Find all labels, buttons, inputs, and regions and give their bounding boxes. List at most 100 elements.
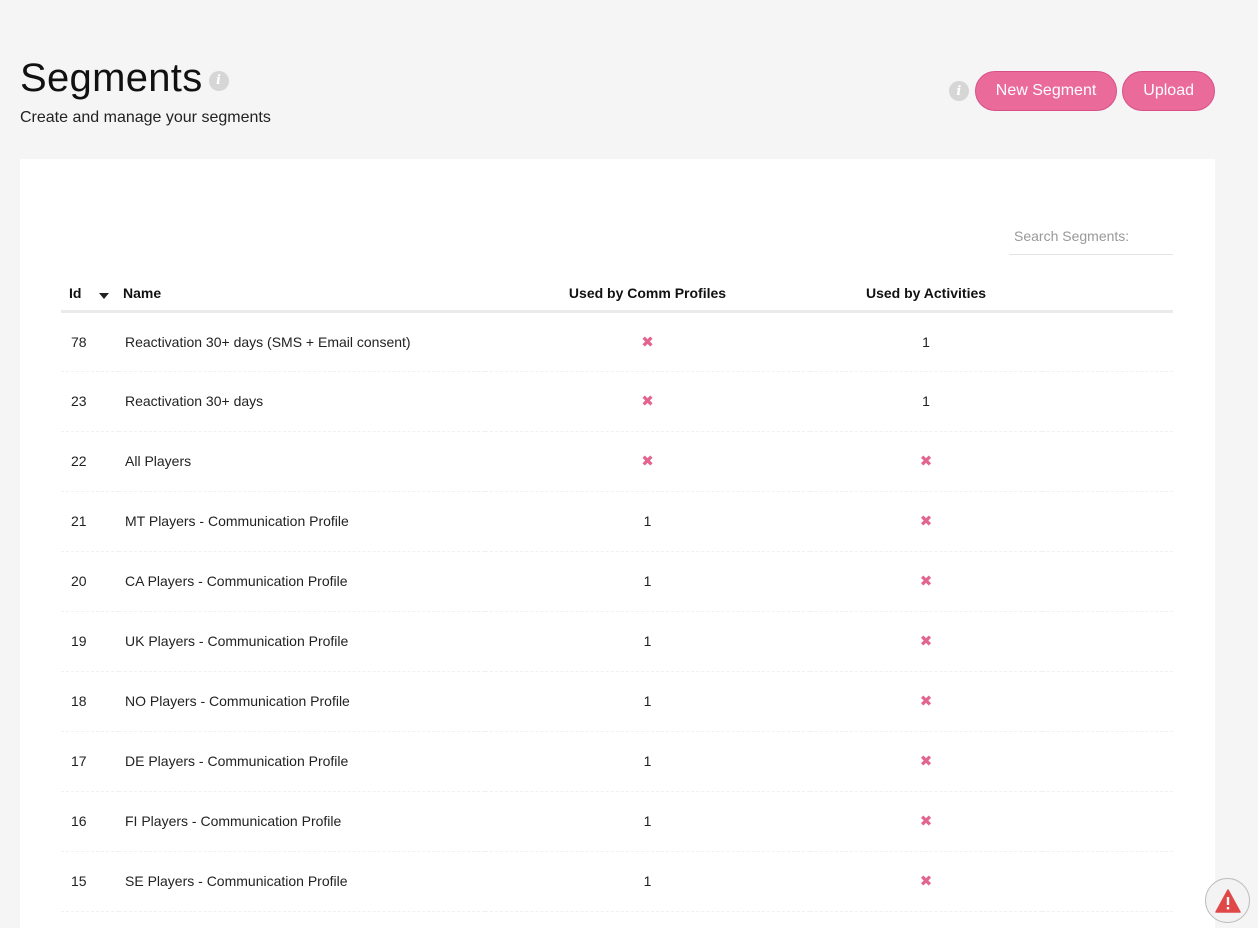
comm-profiles-cell: ✖ <box>485 431 810 492</box>
x-icon: ✖ <box>641 453 654 470</box>
segment-id-cell: 16 <box>61 791 119 852</box>
page-subtitle: Create and manage your segments <box>20 109 271 126</box>
table-row[interactable]: 21 MT Players - Communication Profile 1 ✖ <box>61 491 1173 552</box>
row-spacer <box>1042 371 1173 432</box>
segment-id-cell: 22 <box>61 431 119 492</box>
comm-profiles-cell: 1 <box>485 611 810 672</box>
segment-id-cell-value: 19 <box>71 633 87 649</box>
activities-cell: ✖ <box>810 431 1042 492</box>
info-icon[interactable]: i <box>208 70 229 91</box>
actions-info-icon[interactable]: i <box>948 81 969 101</box>
segment-name-cell-value: NO Players - Communication Profile <box>125 693 350 709</box>
segment-id-cell-value: 17 <box>71 753 87 769</box>
activities-cell-value: 1 <box>922 393 930 409</box>
segment-name-cell: Reactivation 30+ days <box>119 371 485 432</box>
segment-name-cell-value: CA Players - Communication Profile <box>125 573 348 589</box>
x-icon: ✖ <box>919 573 933 590</box>
column-header-id[interactable]: Id <box>61 277 119 313</box>
x-icon: ✖ <box>919 813 933 830</box>
segment-name-cell-value: All Players <box>125 453 192 469</box>
activities-cell: ✖ <box>810 791 1042 852</box>
table-row[interactable]: 16 FI Players - Communication Profile 1 ✖ <box>61 791 1173 852</box>
segment-id-cell-value: 22 <box>71 453 87 469</box>
segment-name-cell: CA Players - Communication Profile <box>119 551 485 612</box>
table-row[interactable]: 22 All Players ✖ ✖ <box>61 431 1173 492</box>
comm-profiles-cell: 1 <box>485 671 810 732</box>
comm-profiles-cell: 1 <box>485 551 810 612</box>
activities-cell: ✖ <box>810 551 1042 612</box>
segment-id-cell-value: 78 <box>71 333 87 350</box>
segment-name-cell: Reactivation 30+ days (SMS + Email conse… <box>119 311 485 372</box>
table-row[interactable]: 18 NO Players - Communication Profile 1 ✖ <box>61 671 1173 732</box>
table-body: 78 Reactivation 30+ days (SMS + Email con… <box>61 311 1173 912</box>
x-icon: ✖ <box>641 393 654 410</box>
column-header-id-label: Id <box>69 285 82 302</box>
page-header: Segments i Create and manage your segmen… <box>20 56 271 127</box>
table-row[interactable]: 20 CA Players - Communication Profile 1 ✖ <box>61 551 1173 612</box>
activities-cell-value: 1 <box>922 333 930 350</box>
comm-profiles-cell-value: 1 <box>643 513 652 529</box>
table-row[interactable]: 19 UK Players - Communication Profile 1 ✖ <box>61 611 1173 672</box>
new-segment-button[interactable]: New Segment <box>974 71 1118 111</box>
segment-id-cell-value: 23 <box>71 393 87 409</box>
segment-id-cell-value: 18 <box>71 693 87 709</box>
table-row[interactable]: 78 Reactivation 30+ days (SMS + Email con… <box>61 311 1173 372</box>
x-icon: ✖ <box>919 753 933 770</box>
segment-id-cell: 20 <box>61 551 119 612</box>
comm-profiles-cell-value: 1 <box>643 633 652 649</box>
segment-name-cell-value: Reactivation 30+ days <box>125 393 264 409</box>
segment-id-cell: 18 <box>61 671 119 732</box>
activities-cell: ✖ <box>810 851 1042 912</box>
segment-name-cell: All Players <box>119 431 485 492</box>
segment-id-cell-value: 21 <box>71 513 87 529</box>
segment-name-cell-value: FI Players - Communication Profile <box>125 813 342 829</box>
title-row: Segments i <box>20 56 271 101</box>
column-header-name[interactable]: Name <box>119 277 485 313</box>
table-row[interactable]: 17 DE Players - Communication Profile 1 ✖ <box>61 731 1173 792</box>
activities-cell: ✖ <box>810 671 1042 732</box>
activities-cell: ✖ <box>810 611 1042 672</box>
column-header-activities[interactable]: Used by Activities <box>810 277 1042 313</box>
table-row[interactable]: 23 Reactivation 30+ days ✖ 1 <box>61 371 1173 432</box>
segment-id-cell: 19 <box>61 611 119 672</box>
search-segments-input[interactable] <box>1009 217 1173 255</box>
segment-name-cell-value: UK Players - Communication Profile <box>125 633 349 649</box>
activities-cell: 1 <box>810 311 1042 372</box>
upload-button[interactable]: Upload <box>1122 71 1215 111</box>
activities-cell: ✖ <box>810 491 1042 552</box>
segment-name-cell: NO Players - Communication Profile <box>119 671 485 732</box>
row-spacer <box>1042 671 1173 732</box>
alert-button[interactable] <box>1205 878 1250 923</box>
segment-id-cell: 78 <box>61 311 119 372</box>
row-spacer <box>1042 791 1173 852</box>
segment-name-cell-value: Reactivation 30+ days (SMS + Email conse… <box>125 333 411 350</box>
x-icon: ✖ <box>641 333 654 351</box>
comm-profiles-cell-value: 1 <box>643 813 652 829</box>
segments-table: Id Name Used by Comm Profiles Used by Ac… <box>61 277 1173 912</box>
column-header-spacer <box>1042 277 1173 313</box>
comm-profiles-cell-value: 1 <box>643 753 652 769</box>
comm-profiles-cell: 1 <box>485 491 810 552</box>
column-header-comm-profiles[interactable]: Used by Comm Profiles <box>485 277 810 313</box>
segment-id-cell-value: 15 <box>71 873 87 889</box>
segment-name-cell-value: MT Players - Communication Profile <box>125 513 349 529</box>
comm-profiles-cell-value: 1 <box>643 873 652 889</box>
segments-card: Id Name Used by Comm Profiles Used by Ac… <box>20 159 1215 928</box>
comm-profiles-cell-value: 1 <box>643 693 652 709</box>
comm-profiles-cell: ✖ <box>485 311 810 372</box>
segment-name-cell: DE Players - Communication Profile <box>119 731 485 792</box>
row-spacer <box>1042 851 1173 912</box>
comm-profiles-cell-value: 1 <box>643 573 652 589</box>
x-icon: ✖ <box>919 873 933 890</box>
warning-icon <box>1214 888 1241 913</box>
comm-profiles-cell: ✖ <box>485 371 810 432</box>
segment-name-cell: MT Players - Communication Profile <box>119 491 485 552</box>
segment-id-cell-value: 20 <box>71 573 87 589</box>
row-spacer <box>1042 551 1173 612</box>
activities-cell: ✖ <box>810 731 1042 792</box>
segment-name-cell-value: SE Players - Communication Profile <box>125 873 348 889</box>
header-actions: i New Segment Upload <box>948 71 1215 111</box>
table-row[interactable]: 15 SE Players - Communication Profile 1 ✖ <box>61 851 1173 912</box>
segments-page: Segments i Create and manage your segmen… <box>0 0 1258 928</box>
sort-desc-icon[interactable] <box>99 292 110 299</box>
